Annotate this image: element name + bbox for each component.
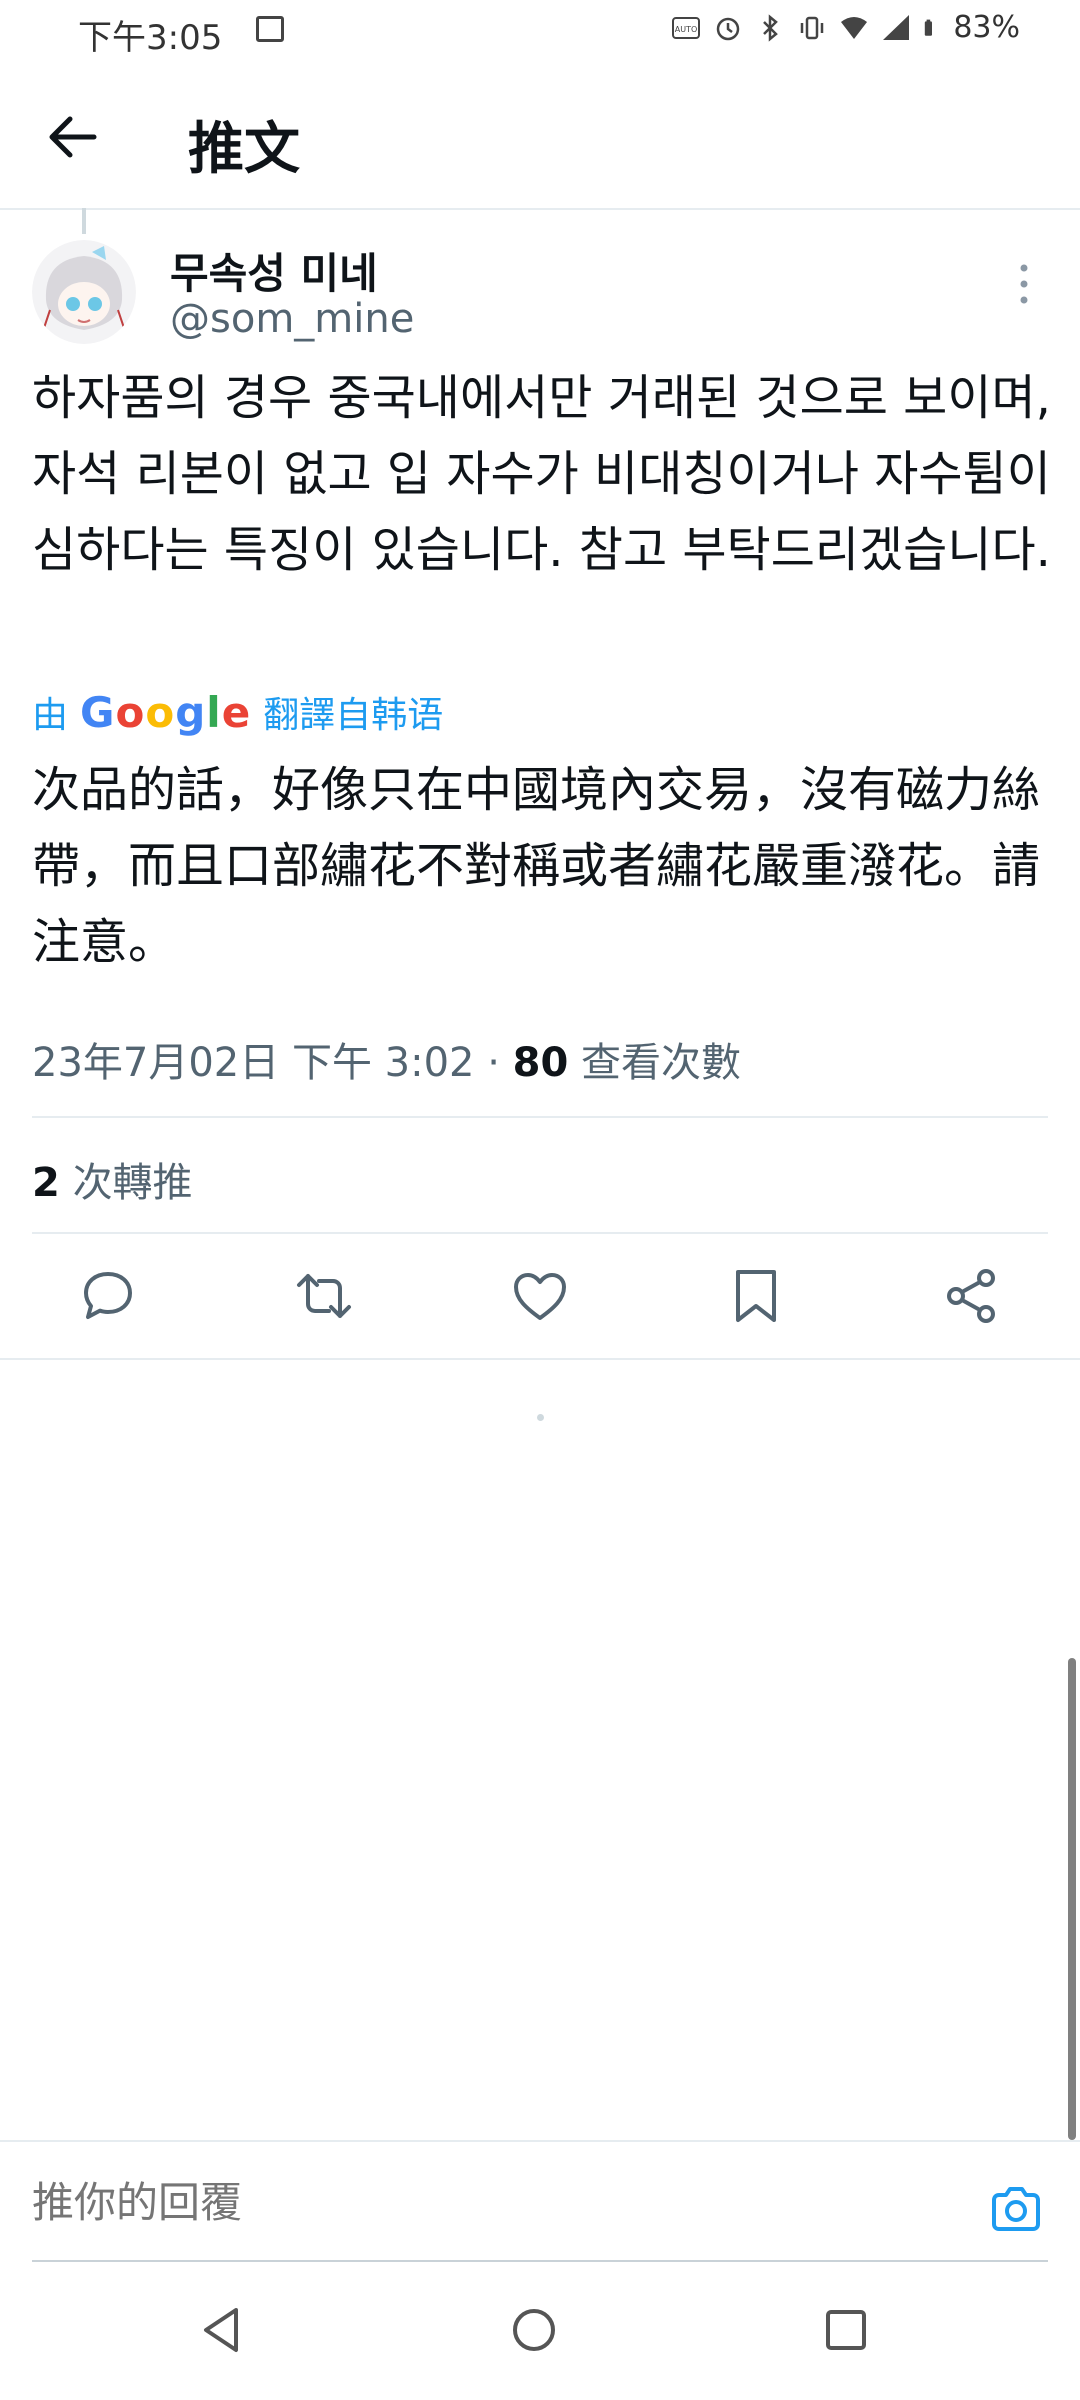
nav-back-icon[interactable] [194,2302,250,2358]
top-app-bar: 推文 [0,64,1080,210]
tweet-meta: 23年7月02日 下午 3:02 · 80 查看次數 [32,1030,741,1088]
retweet-icon[interactable] [292,1264,356,1328]
battery-icon [925,19,933,36]
divider [32,1116,1048,1118]
reply-input[interactable] [32,2178,932,2227]
signal-icon [883,14,910,40]
views-count: 80 [512,1040,569,1086]
battery-percent: 83% [953,10,1020,45]
retweets-count: 2 [32,1160,60,1206]
translate-suffix: 翻譯自韩语 [263,695,444,736]
tweet-text: 하자품의 경우 중국내에서만 거래된 것으로 보이며, 자석 리본이 없고 입 … [32,370,1051,578]
camera-icon[interactable] [988,2182,1044,2238]
status-time: 下午3:05 [78,18,223,58]
share-icon[interactable] [940,1264,1004,1328]
scrollbar[interactable] [1068,1658,1076,2140]
vibrate-icon [801,16,824,39]
meta-separator: · [487,1040,500,1086]
status-bar: 下午3:05 AUTO 83% [0,0,1080,64]
more-options-icon[interactable] [1014,262,1034,306]
nav-recents-icon[interactable] [818,2302,874,2358]
divider [0,1358,1080,1360]
system-nav-bar [0,2260,1080,2400]
gallery-notification-icon [256,16,284,42]
auto-hz-icon: AUTO [672,16,701,39]
wifi-icon [841,16,868,39]
reply-icon[interactable] [76,1264,140,1328]
divider [32,1232,1048,1234]
translation-attribution[interactable]: 由 Google 翻譯自韩语 [32,686,443,738]
page-title: 推文 [188,117,300,182]
retweets-stat[interactable]: 2 次轉推 [32,1150,193,1208]
bookmark-icon[interactable] [724,1264,788,1328]
views-label: 查看次數 [581,1040,742,1086]
nav-home-icon[interactable] [506,2302,562,2358]
reply-bar [0,2140,1080,2262]
tweet-timestamp[interactable]: 23年7月02日 下午 3:02 [32,1040,475,1086]
retweets-label: 次轉推 [72,1160,193,1206]
translated-text: 次品的話，好像只在中國境內交易，沒有磁力絲帶，而且口部繡花不對稱或者繡花嚴重潑花… [32,762,1041,970]
thread-connector-line [82,208,86,234]
user-handle[interactable]: @som_mine [170,296,414,342]
loading-dot [537,1414,544,1421]
translate-prefix: 由 [32,695,69,736]
like-heart-icon[interactable] [508,1264,572,1328]
google-logo: Google [80,687,252,737]
svg-text:AUTO: AUTO [675,25,698,34]
tweet-actions [0,1240,1080,1352]
back-arrow-icon[interactable] [40,104,106,170]
status-icons: AUTO 83% [671,10,1020,45]
alarm-icon [717,17,740,40]
bluetooth-icon [763,13,779,42]
avatar[interactable] [32,240,136,344]
display-name[interactable]: 무속성 미네 [170,240,378,301]
